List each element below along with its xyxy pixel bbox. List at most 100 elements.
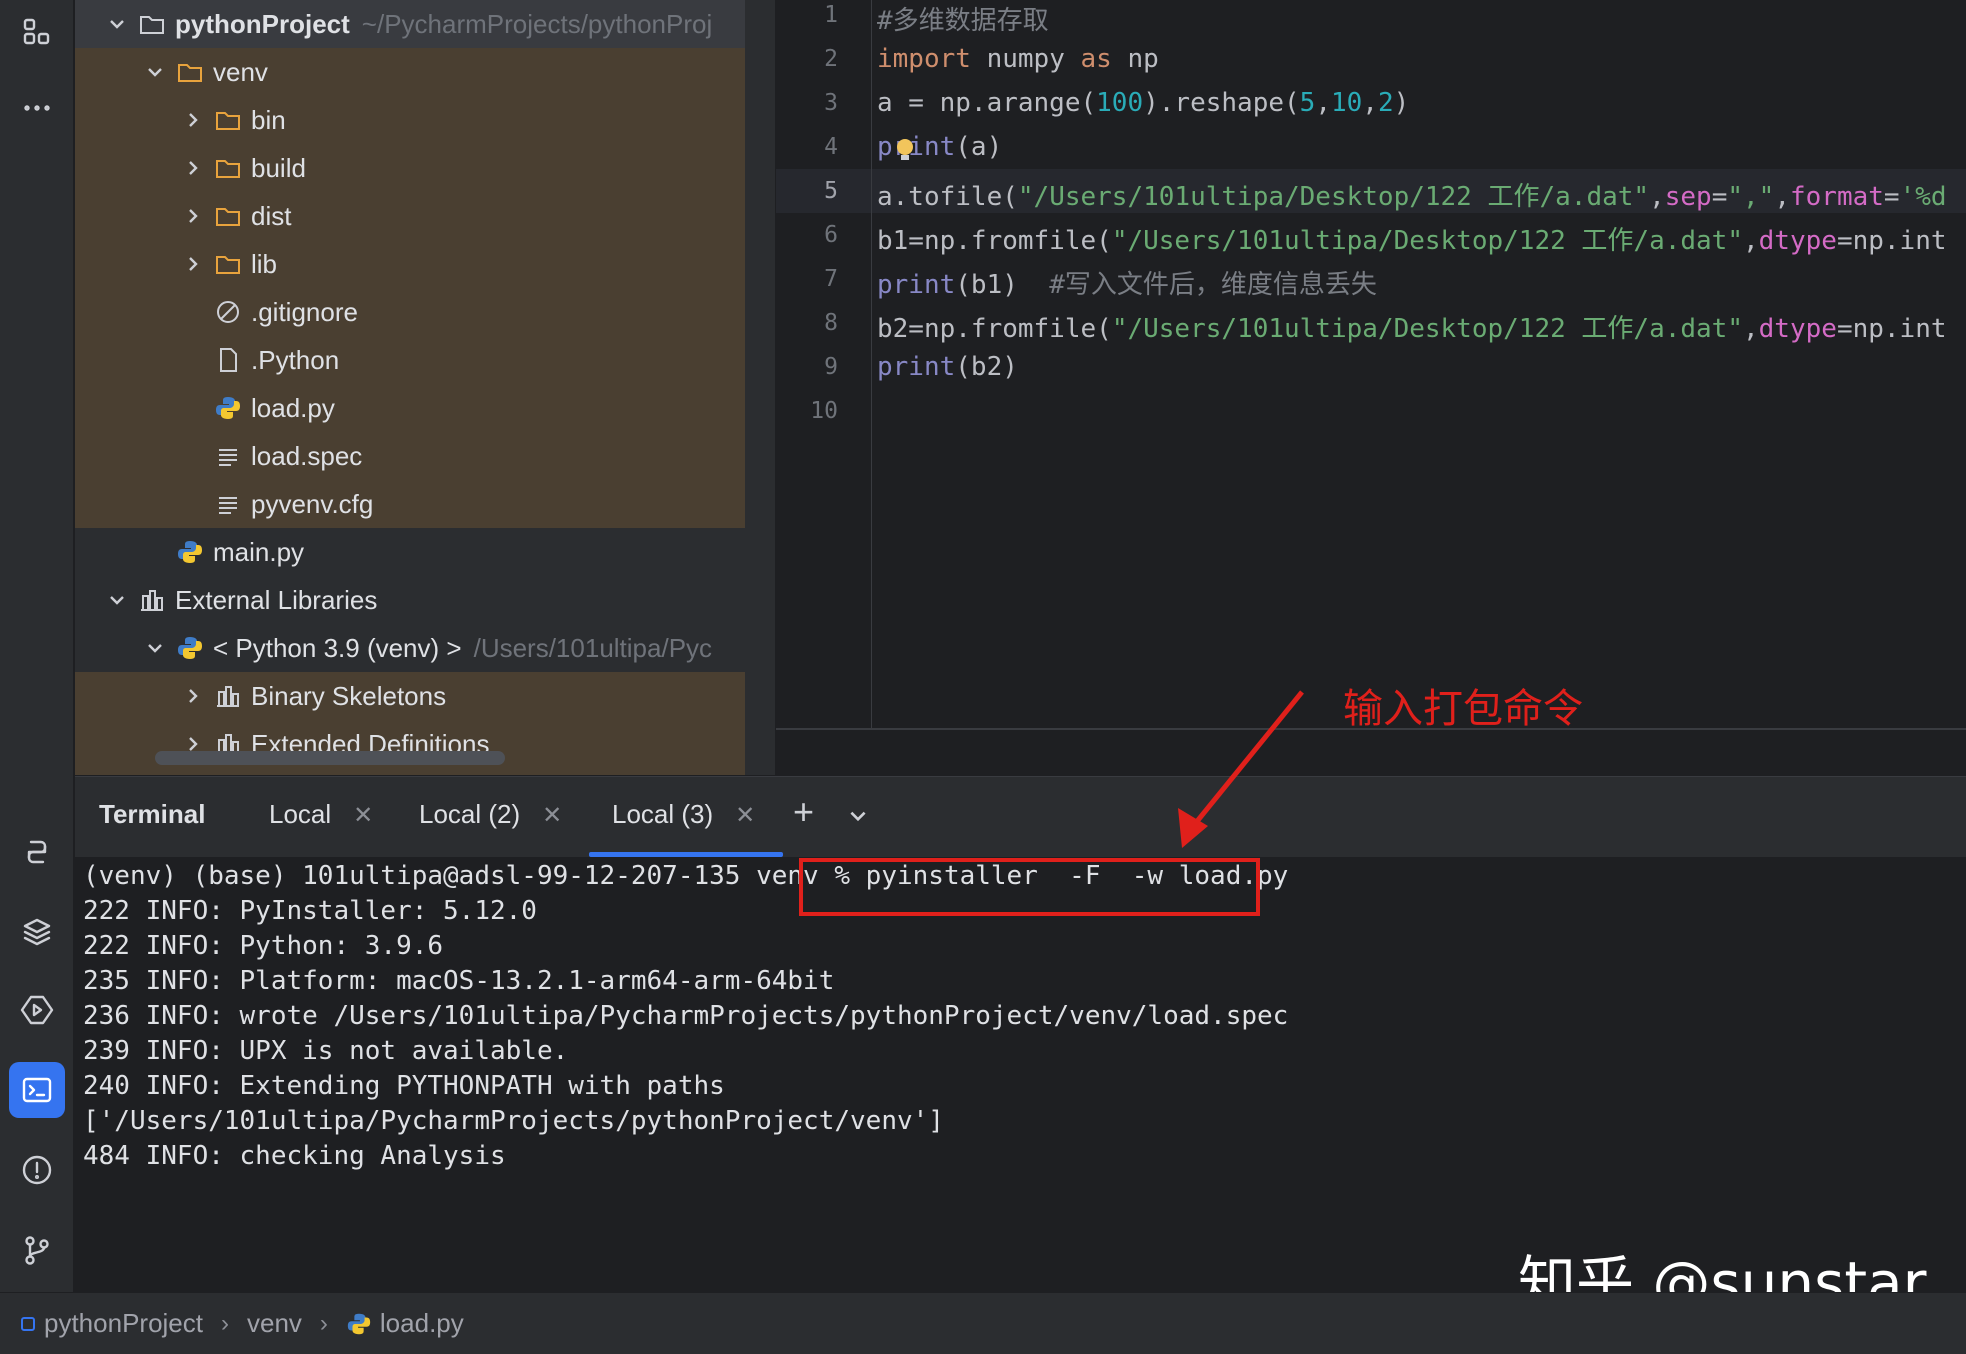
chevron-down-icon[interactable] <box>103 590 131 610</box>
line-number: 8 <box>824 310 838 336</box>
intention-bulb-icon[interactable] <box>895 138 915 162</box>
code-line[interactable]: #多维数据存取 <box>877 0 1049 37</box>
python-console-icon[interactable] <box>9 824 65 880</box>
tree-item-label: lib <box>251 248 278 279</box>
code-line[interactable]: b1=np.fromfile("/Users/101ultipa/Desktop… <box>877 220 1947 257</box>
tree-item-label: .Python <box>251 344 340 375</box>
chevron-down-icon[interactable] <box>103 14 131 34</box>
chevron-right-icon[interactable] <box>179 206 207 226</box>
code-token: 10 <box>1330 88 1363 118</box>
close-icon[interactable]: ✕ <box>353 802 373 829</box>
chevron-right-icon[interactable] <box>179 686 207 706</box>
tree-item-load-spec[interactable]: load.spec <box>75 432 362 480</box>
chevron-down-icon[interactable] <box>847 803 869 834</box>
breadcrumb-label: venv <box>246 1308 302 1338</box>
tree-item-python-file[interactable]: .Python <box>75 336 339 384</box>
tree-item-dist[interactable]: dist <box>75 192 291 240</box>
code-token: a = np.arange( <box>877 88 1097 118</box>
code-token: ).reshape( <box>1143 88 1300 118</box>
module-icon <box>21 1316 35 1331</box>
tool-window-strip <box>0 0 74 1292</box>
project-horizontal-scrollbar[interactable] <box>155 751 505 765</box>
code-line[interactable]: b2=np.fromfile("/Users/101ultipa/Desktop… <box>877 308 1947 345</box>
terminal-output-line: 236 INFO: wrote /Users/101ultipa/Pycharm… <box>83 1001 1289 1031</box>
code-token: (b1) <box>955 270 1050 300</box>
tree-root[interactable]: pythonProject ~/PycharmProjects/pythonPr… <box>75 0 745 48</box>
code-token: "/Users/101ultipa/Desktop/122 工作/a.dat" <box>1111 314 1743 344</box>
git-branch-icon[interactable] <box>9 1222 65 1278</box>
tree-item-external-libraries[interactable]: External Libraries <box>75 576 377 624</box>
tree-item-label: Binary Skeletons <box>251 680 447 711</box>
chevron-right-icon[interactable] <box>179 110 207 130</box>
text-file-icon <box>213 441 243 471</box>
close-icon[interactable]: ✕ <box>542 802 562 829</box>
tree-item-gitignore[interactable]: .gitignore <box>75 288 358 336</box>
line-number: 4 <box>824 134 838 160</box>
code-token: ) <box>1393 88 1410 118</box>
annotation-label: 输入打包命令 <box>1343 686 1583 732</box>
chevron-right-icon[interactable] <box>179 158 207 178</box>
tree-item-bin[interactable]: bin <box>75 96 286 144</box>
folder-icon <box>175 57 205 87</box>
tab-local-3[interactable]: Local (3) ✕ <box>612 799 755 830</box>
tree-item-build[interactable]: build <box>75 144 306 192</box>
code-line[interactable]: a = np.arange(100).reshape(5,10,2) <box>877 88 1409 118</box>
code-token: b1=np.fromfile( <box>877 226 1112 256</box>
tree-item-binary-skeletons[interactable]: Binary Skeletons <box>75 672 446 720</box>
tree-item-main-py[interactable]: main.py <box>75 528 304 576</box>
tree-item-load-py[interactable]: load.py <box>75 384 335 432</box>
new-tab-plus-icon[interactable]: + <box>793 791 814 833</box>
library-icon <box>137 585 167 615</box>
chevron-right-icon[interactable] <box>179 254 207 274</box>
breadcrumb-label: pythonProject <box>44 1308 203 1338</box>
code-token: (b2) <box>955 352 1018 382</box>
tree-item-label: pyvenv.cfg <box>251 488 374 519</box>
code-editor[interactable]: 1 2 3 4 5 6 7 8 9 10 #多维数据存取 import numpy as np a =… <box>776 0 1966 730</box>
tree-item-lib[interactable]: lib <box>75 240 277 288</box>
tree-item-label: venv <box>213 56 268 87</box>
line-number: 2 <box>824 46 838 72</box>
code-line[interactable]: import numpy as np <box>877 44 1159 74</box>
code-line[interactable]: a.tofile("/Users/101ultipa/Desktop/122 工… <box>877 176 1947 213</box>
layers-icon[interactable] <box>9 904 65 960</box>
python-file-icon <box>175 537 205 567</box>
problems-icon[interactable] <box>9 1142 65 1198</box>
code-token: = <box>1711 182 1728 212</box>
tree-item-pyvenv-cfg[interactable]: pyvenv.cfg <box>75 480 373 528</box>
line-number: 9 <box>824 354 838 380</box>
close-icon[interactable]: ✕ <box>735 802 755 829</box>
chevron-down-icon[interactable] <box>141 638 169 658</box>
tab-label: Local (2) <box>419 799 521 829</box>
code-token: sep <box>1664 182 1712 212</box>
tree-item-label: main.py <box>213 536 305 567</box>
tab-local[interactable]: Local ✕ <box>269 799 373 830</box>
breadcrumb-folder[interactable]: venv <box>247 1308 302 1339</box>
code-line[interactable]: print(b2) <box>877 352 1018 382</box>
more-icon[interactable] <box>9 80 65 136</box>
code-token: , <box>1774 182 1790 212</box>
breadcrumb-separator-icon: › <box>220 1309 229 1337</box>
tab-local-2[interactable]: Local (2) ✕ <box>419 799 562 830</box>
tree-item-label: .gitignore <box>251 296 358 327</box>
services-icon[interactable] <box>9 982 65 1038</box>
code-token: "/Users/101ultipa/Desktop/122 工作/a.dat" <box>1111 226 1743 256</box>
code-token: #写入文件后，维度信息丢失 <box>1049 270 1377 300</box>
code-line[interactable]: print(b1) #写入文件后，维度信息丢失 <box>877 264 1377 301</box>
breadcrumb-project[interactable]: pythonProject <box>20 1308 203 1339</box>
tree-item-venv[interactable]: venv <box>75 48 268 96</box>
command-highlight-box <box>799 858 1260 916</box>
chevron-down-icon[interactable] <box>141 62 169 82</box>
tree-item-python-sdk[interactable]: < Python 3.9 (venv) > /Users/101ultipa/P… <box>75 624 712 672</box>
terminal-prompt: (venv) (base) 101ultipa@adsl-99-12-207-1… <box>83 861 866 891</box>
project-view-icon[interactable] <box>9 4 65 60</box>
tab-label: Local (3) <box>612 799 714 829</box>
folder-icon <box>213 249 243 279</box>
code-token: print <box>877 270 956 300</box>
terminal-output-line: 222 INFO: Python: 3.9.6 <box>83 931 444 961</box>
terminal-tab-bar: Terminal Local ✕ Local (2) ✕ Local (3) ✕ + <box>75 777 1966 857</box>
terminal-icon[interactable] <box>9 1062 65 1118</box>
breadcrumb-file[interactable]: load.py <box>346 1308 464 1339</box>
breadcrumb-label: load.py <box>379 1308 464 1338</box>
terminal-output-line: 235 INFO: Platform: macOS-13.2.1-arm64-a… <box>83 966 835 996</box>
code-token: dtype <box>1758 226 1837 256</box>
